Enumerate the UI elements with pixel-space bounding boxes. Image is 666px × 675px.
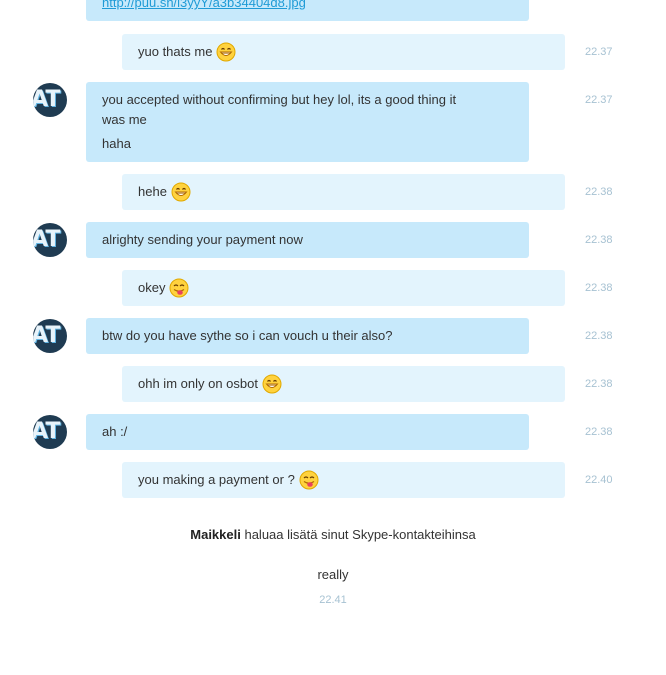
avatar-image: AT (33, 227, 60, 252)
message-text: yuo thats me (138, 44, 213, 59)
message-bubble-incoming: btw do you have sythe so i can vouch u t… (86, 318, 529, 354)
message-timestamp: 22.38 (585, 378, 613, 390)
message-bubble-outgoing: you making a payment or ? (122, 462, 565, 498)
message-bubble-incoming: ah :/ (86, 414, 529, 450)
message-bubble-outgoing: hehe (122, 174, 565, 210)
tongue-emoticon-icon (169, 278, 189, 298)
avatar[interactable]: AT (33, 319, 67, 353)
message-link[interactable]: http://puu.sh/l3yyY/a3b34404d8.jpg (102, 0, 306, 13)
message-bubble-link: http://puu.sh/l3yyY/a3b34404d8.jpg (86, 0, 529, 21)
message-timestamp: 22.38 (585, 234, 613, 246)
message-bubble-outgoing: yuo thats me (122, 34, 565, 70)
tongue-emoticon-icon (299, 470, 319, 490)
message-timestamp: 22.38 (585, 330, 613, 342)
message-bubble-outgoing: ohh im only on osbot (122, 366, 565, 402)
message-text: hehe (138, 184, 167, 199)
avatar[interactable]: AT (33, 415, 67, 449)
avatar-image: AT (33, 87, 60, 112)
message-text: you making a payment or ? (138, 472, 295, 487)
avatar[interactable]: AT (33, 83, 67, 117)
message-text: alrighty sending your payment now (102, 232, 303, 247)
message-text: was me (102, 112, 147, 127)
contact-name[interactable]: Maikkeli (190, 527, 241, 542)
message-text: you accepted without confirming but hey … (102, 92, 457, 107)
grin-emoticon-icon (171, 182, 191, 202)
message-timestamp: 22.37 (585, 94, 613, 106)
message-text: btw do you have sythe so i can vouch u t… (102, 328, 393, 343)
message-timestamp: 22.38 (585, 426, 613, 438)
message-text: ah :/ (102, 424, 128, 439)
message-bubble-incoming: you accepted without confirming but hey … (86, 82, 529, 162)
message-text: okey (138, 280, 166, 295)
avatar[interactable]: AT (33, 223, 67, 257)
contact-request-timestamp: 22.41 (319, 594, 347, 606)
message-bubble-incoming: alrighty sending your payment now (86, 222, 529, 258)
avatar-image: AT (33, 419, 60, 444)
contact-request-message: really (317, 567, 349, 582)
contact-request-text: haluaa lisätä sinut Skype-kontakteihinsa (240, 527, 476, 542)
grin-emoticon-icon (216, 42, 236, 62)
message-timestamp: 22.38 (585, 186, 613, 198)
grin-emoticon-icon (262, 374, 282, 394)
message-text: haha (102, 136, 131, 151)
message-timestamp: 22.40 (585, 474, 613, 486)
message-bubble-outgoing: okey (122, 270, 565, 306)
message-timestamp: 22.38 (585, 282, 613, 294)
contact-request-notice: Maikkeli haluaa lisätä sinut Skype-konta… (0, 527, 666, 542)
message-text: ohh im only on osbot (138, 376, 258, 391)
message-timestamp: 22.37 (585, 46, 613, 58)
avatar-image: AT (33, 323, 60, 348)
